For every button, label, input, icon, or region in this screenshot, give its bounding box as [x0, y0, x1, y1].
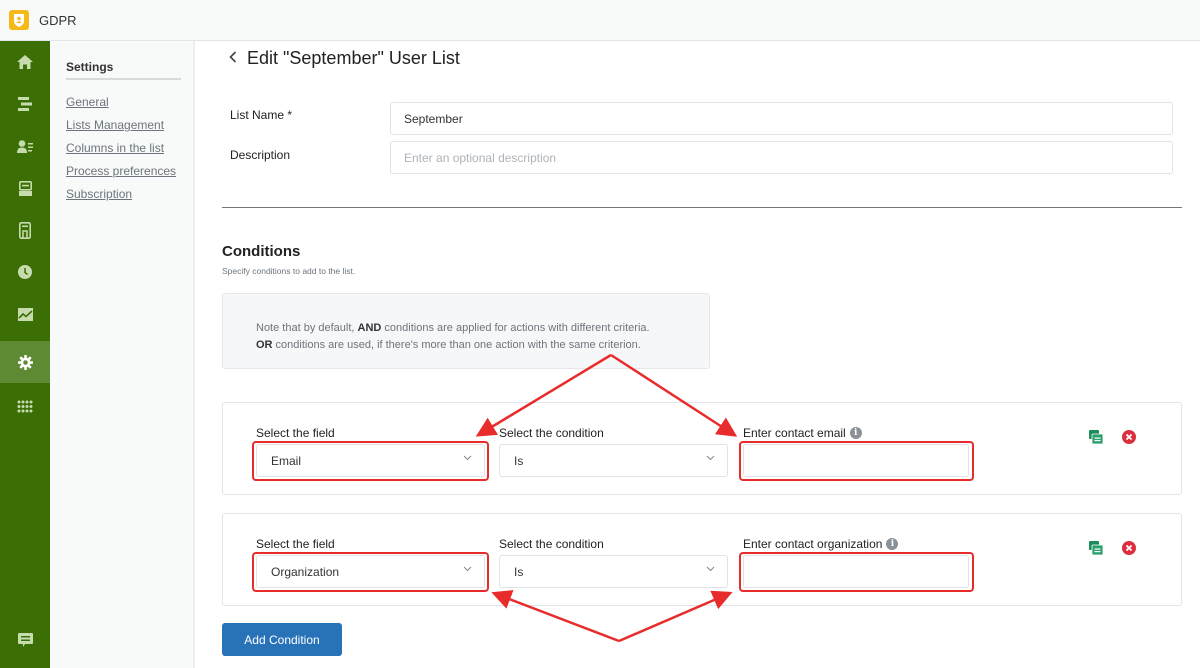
field-label: Select the field	[256, 426, 335, 440]
rail-item-feedback[interactable]	[0, 619, 50, 661]
contacts-icon	[17, 139, 33, 153]
main-content: Edit "September" User List List Name * S…	[197, 41, 1200, 668]
field-select[interactable]: Email	[256, 444, 485, 477]
gear-icon	[17, 354, 33, 370]
shield-user-icon	[9, 10, 29, 30]
note-text: Note that by default,	[256, 322, 358, 334]
conditions-title: Conditions	[222, 243, 301, 260]
value-label-text: Enter contact email	[743, 426, 846, 440]
condition-select-value: Is	[514, 453, 524, 468]
page-title: Edit "September" User List	[247, 48, 460, 68]
subnav-divider	[66, 78, 181, 80]
list-name-value: September	[404, 111, 463, 126]
value-label-text: Enter contact organization	[743, 537, 883, 551]
field-select-value: Organization	[271, 564, 340, 579]
condition-row: Select the field Email Select the condit…	[222, 402, 1182, 495]
contact-organization-input[interactable]	[743, 555, 969, 588]
condition-select-value: Is	[514, 564, 524, 579]
value-label: Enter contact organization i	[743, 537, 899, 551]
rail-item-apps[interactable]	[0, 385, 50, 427]
inbox-icon	[18, 180, 32, 196]
clock-icon	[18, 265, 32, 279]
page-header: Edit "September" User List	[229, 48, 460, 69]
rail-item-home[interactable]	[0, 41, 50, 83]
subnav-title: Settings	[66, 60, 114, 74]
contact-email-input[interactable]	[743, 444, 969, 477]
info-icon[interactable]: i	[886, 538, 899, 550]
field-label: Select the field	[256, 537, 335, 551]
lists-icon	[18, 97, 32, 111]
subnav-link-lists-management[interactable]: Lists Management	[66, 114, 176, 137]
note-text: conditions are applied for actions with …	[381, 322, 650, 334]
field-select[interactable]: Organization	[256, 555, 485, 588]
settings-subnav: Settings General Lists Management Column…	[50, 41, 195, 668]
condition-select[interactable]: Is	[499, 444, 728, 477]
note-text: conditions are used, if there's more tha…	[272, 339, 641, 351]
chart-icon	[17, 307, 33, 321]
note-and-keyword: AND	[357, 322, 382, 334]
chevron-down-icon	[706, 566, 715, 572]
chat-icon	[17, 632, 33, 647]
delete-condition-icon[interactable]	[1122, 430, 1136, 444]
condition-label: Select the condition	[499, 537, 604, 551]
conditions-subtitle: Specify conditions to add to the list.	[222, 266, 356, 276]
description-placeholder: Enter an optional description	[404, 150, 557, 165]
home-icon	[17, 55, 33, 69]
description-input[interactable]: Enter an optional description	[390, 141, 1173, 174]
chevron-down-icon	[463, 455, 472, 461]
rail-item-inbox[interactable]	[0, 167, 50, 209]
app-header: GDPR	[0, 0, 1200, 41]
rail-item-lists[interactable]	[0, 83, 50, 125]
copy-condition-icon[interactable]	[1089, 541, 1103, 555]
chevron-down-icon	[706, 455, 715, 461]
rail-item-settings[interactable]	[0, 341, 50, 383]
delete-condition-icon[interactable]	[1122, 541, 1136, 555]
condition-row: Select the field Organization Select the…	[222, 513, 1182, 606]
list-name-input[interactable]: September	[390, 102, 1173, 135]
subnav-link-process-preferences[interactable]: Process preferences	[66, 160, 176, 183]
info-icon[interactable]: i	[849, 427, 862, 439]
rail-item-contacts[interactable]	[0, 125, 50, 167]
condition-label: Select the condition	[499, 426, 604, 440]
document-icon	[19, 221, 31, 239]
rail-item-reports[interactable]	[0, 293, 50, 335]
app-title: GDPR	[39, 12, 77, 28]
rail-item-history[interactable]	[0, 251, 50, 293]
description-label: Description	[230, 148, 291, 162]
rail-item-document[interactable]	[0, 209, 50, 251]
icon-rail	[0, 41, 50, 668]
add-condition-button[interactable]: Add Condition	[222, 623, 342, 656]
subnav-link-general[interactable]: General	[66, 91, 176, 114]
list-name-label: List Name *	[230, 108, 293, 122]
condition-select[interactable]: Is	[499, 555, 728, 588]
value-label: Enter contact email i	[743, 426, 862, 440]
conditions-note: Note that by default, AND conditions are…	[222, 293, 710, 369]
apps-grid-icon	[17, 400, 33, 412]
chevron-left-icon	[229, 50, 237, 63]
subnav-link-subscription[interactable]: Subscription	[66, 183, 176, 206]
section-divider	[222, 207, 1182, 208]
back-button[interactable]	[229, 50, 237, 68]
chevron-down-icon	[463, 566, 472, 572]
subnav-link-columns[interactable]: Columns in the list	[66, 137, 176, 160]
copy-condition-icon[interactable]	[1089, 430, 1103, 444]
field-select-value: Email	[271, 453, 302, 468]
note-or-keyword: OR	[256, 339, 273, 351]
